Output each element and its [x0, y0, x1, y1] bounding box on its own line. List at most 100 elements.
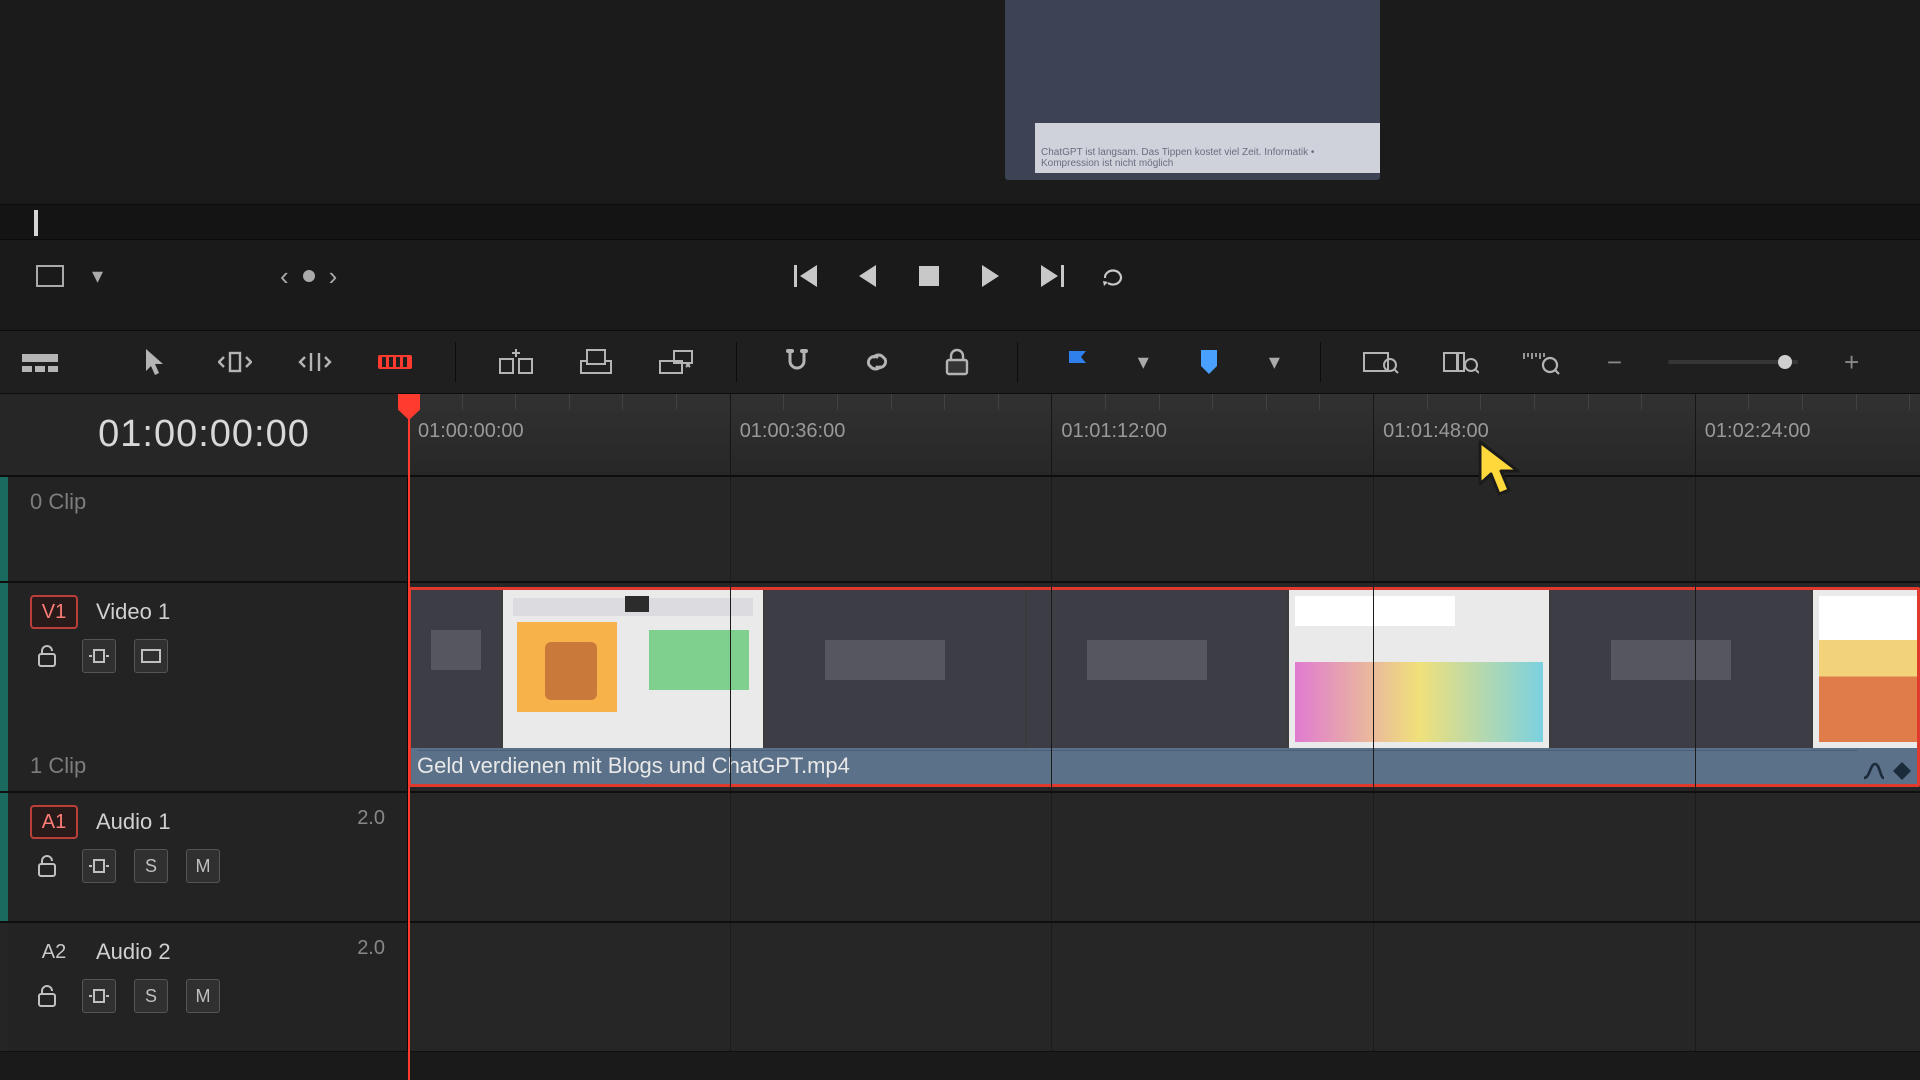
video-track-head[interactable]: V1 Video 1 1 Clip [8, 583, 408, 791]
ruler-tick-label: 01:01:48:00 [1383, 420, 1489, 443]
track-enable-icon[interactable] [134, 639, 168, 673]
flag-icon[interactable] [1058, 343, 1098, 381]
ruler-tick-label: 01:00:36:00 [740, 420, 846, 443]
track-accent-bar [0, 477, 8, 581]
channel-format-label: 2.0 [357, 807, 385, 830]
match-frame-dropdown-icon[interactable]: ▾ [92, 263, 103, 289]
ruler-tick-minor [515, 394, 516, 410]
jump-start-button[interactable] [791, 262, 819, 290]
clip-thumbnail [411, 590, 501, 748]
channel-format-label: 2.0 [357, 937, 385, 960]
play-button[interactable] [977, 262, 1005, 290]
linked-selection-icon[interactable] [857, 343, 897, 381]
clip-thumbnail [1551, 590, 1811, 748]
video-clip[interactable]: Geld verdienen mit Blogs und ChatGPT.mp4 [408, 587, 1920, 787]
zoom-slider[interactable] [1668, 360, 1798, 364]
clip-title-label: Geld verdienen mit Blogs und ChatGPT.mp4 [417, 750, 1857, 780]
transport-row: ▾ ‹ › [0, 240, 1920, 312]
marker-icon[interactable] [1189, 343, 1229, 381]
current-edit-indicator [303, 270, 315, 282]
ruler-tick-minor [622, 394, 623, 410]
video-bus-clip-area[interactable] [408, 477, 1920, 581]
solo-button[interactable]: S [134, 849, 168, 883]
audio2-clip-area[interactable] [408, 923, 1920, 1051]
ruler-tick-minor [1588, 394, 1589, 410]
next-edit-button[interactable]: › [329, 261, 338, 292]
auto-select-icon[interactable] [82, 979, 116, 1013]
step-back-button[interactable] [853, 262, 881, 290]
track-tag-v1[interactable]: V1 [30, 595, 78, 629]
track-name-label: Audio 1 [96, 809, 171, 835]
ruler-tick-minor [1856, 394, 1857, 410]
timeline-view-options-icon[interactable] [20, 343, 60, 381]
detail-zoom-icon[interactable] [1441, 343, 1481, 381]
mute-button[interactable]: M [186, 979, 220, 1013]
solo-button[interactable]: S [134, 979, 168, 1013]
zoom-out-button[interactable]: − [1601, 347, 1628, 378]
custom-zoom-icon[interactable] [1521, 343, 1561, 381]
ruler-tick-minor [891, 394, 892, 410]
selection-tool-icon[interactable] [135, 343, 175, 381]
ruler-tick-major [1373, 394, 1374, 475]
playhead[interactable] [408, 394, 410, 1080]
stop-button[interactable] [915, 262, 943, 290]
ruler-tick-minor [1319, 394, 1320, 410]
track-lock-icon[interactable] [30, 639, 64, 673]
audio-track-a2: 2.0 A2 Audio 2 S M [0, 922, 1920, 1052]
ruler-tick-minor [837, 394, 838, 410]
track-name-label: Audio 2 [96, 939, 171, 965]
video-track-v1: V1 Video 1 1 Clip [0, 582, 1920, 792]
timecode-display[interactable]: 01:00:00:00 [0, 394, 408, 475]
insert-clip-icon[interactable] [496, 343, 536, 381]
snap-toggle-icon[interactable] [777, 343, 817, 381]
ruler-tick-label: 01:02:24:00 [1705, 420, 1811, 443]
position-lock-icon[interactable] [937, 343, 977, 381]
ruler-tick-minor [1212, 394, 1213, 410]
video-clip-count: 1 Clip [30, 753, 385, 779]
loop-button[interactable] [1101, 262, 1129, 290]
zoom-slider-handle[interactable] [1778, 355, 1792, 369]
ruler-tick-minor [1159, 394, 1160, 410]
ruler-tick-minor [944, 394, 945, 410]
track-accent-bar [0, 923, 8, 1051]
jump-end-button[interactable] [1039, 262, 1067, 290]
match-frame-icon[interactable] [30, 257, 70, 295]
trim-tool-icon[interactable] [215, 343, 255, 381]
track-lock-icon[interactable] [30, 979, 64, 1013]
overwrite-clip-icon[interactable] [576, 343, 616, 381]
track-tag-a1[interactable]: A1 [30, 805, 78, 839]
viewer-area: ChatGPT ist langsam. Das Tippen kostet v… [0, 0, 1920, 200]
viewer-scrub-head[interactable] [34, 210, 38, 236]
video-track-clip-area[interactable]: Geld verdienen mit Blogs und ChatGPT.mp4 [408, 583, 1920, 791]
source-preview-panel[interactable]: ChatGPT ist langsam. Das Tippen kostet v… [1005, 0, 1380, 180]
ruler-tick-major [1051, 394, 1052, 475]
clip-curve-icon[interactable] [1863, 762, 1885, 780]
ruler-tick-minor [1802, 394, 1803, 410]
zoom-in-button[interactable]: + [1838, 347, 1865, 378]
audio1-clip-area[interactable] [408, 793, 1920, 921]
timecode-text: 01:00:00:00 [98, 413, 310, 456]
replace-clip-icon[interactable] [656, 343, 696, 381]
marker-dropdown-icon[interactable]: ▾ [1269, 349, 1280, 375]
track-name-label: Video 1 [96, 599, 170, 625]
prev-edit-button[interactable]: ‹ [280, 261, 289, 292]
blade-tool-icon[interactable] [375, 343, 415, 381]
clip-thumbnail [503, 590, 763, 748]
flag-dropdown-icon[interactable]: ▾ [1138, 349, 1149, 375]
dynamic-trim-tool-icon[interactable] [295, 343, 335, 381]
track-tag-a2[interactable]: A2 [30, 935, 78, 969]
audio-track-head-a2[interactable]: 2.0 A2 Audio 2 S M [8, 923, 408, 1051]
auto-select-icon[interactable] [82, 639, 116, 673]
auto-select-icon[interactable] [82, 849, 116, 883]
track-accent-bar [0, 793, 8, 921]
timeline-ruler[interactable]: 01:00:00:0001:00:36:0001:01:12:0001:01:4… [408, 394, 1920, 475]
track-lock-icon[interactable] [30, 849, 64, 883]
video-bus-head[interactable]: 0 Clip [8, 477, 408, 581]
ruler-tick-minor [1534, 394, 1535, 410]
full-extent-zoom-icon[interactable] [1361, 343, 1401, 381]
clip-keyframe-icon[interactable] [1893, 762, 1911, 780]
viewer-scrub-bar[interactable] [0, 204, 1920, 240]
audio-track-head-a1[interactable]: 2.0 A1 Audio 1 S M [8, 793, 408, 921]
mute-button[interactable]: M [186, 849, 220, 883]
ruler-tick-minor [783, 394, 784, 410]
